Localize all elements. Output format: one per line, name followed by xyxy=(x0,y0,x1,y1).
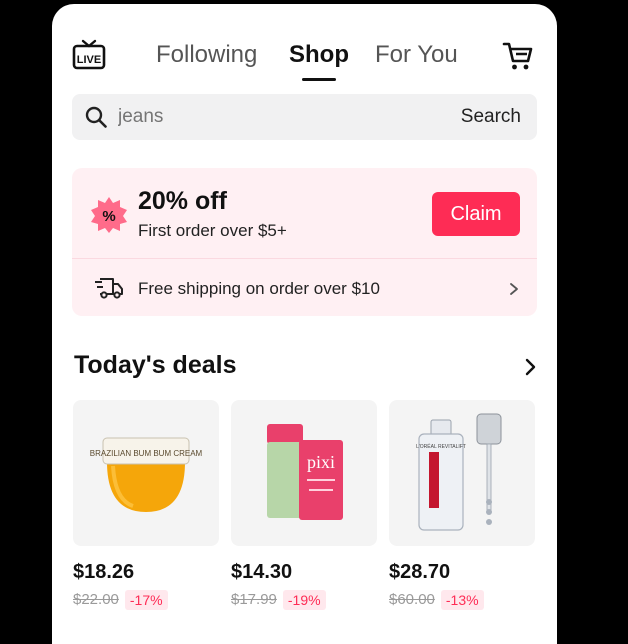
free-shipping-text[interactable]: Free shipping on order over $10 xyxy=(138,278,380,300)
product-image-label: pixi xyxy=(307,452,335,472)
tab-for-you[interactable]: For You xyxy=(375,40,458,70)
promo-card: % 20% off First order over $5+ Claim Fre… xyxy=(72,168,537,316)
tab-following[interactable]: Following xyxy=(156,40,257,70)
claim-button[interactable]: Claim xyxy=(432,192,520,236)
chevron-right-icon[interactable] xyxy=(508,282,520,296)
live-tv-icon[interactable]: LIVE xyxy=(72,38,106,72)
original-price: $17.99 xyxy=(231,591,277,608)
promo-subtitle: First order over $5+ xyxy=(138,221,287,240)
search-input[interactable] xyxy=(118,106,418,128)
product-card[interactable]: BRAZILIAN BUM BUM CREAM $18.26 $22.00 -17… xyxy=(73,400,219,612)
svg-text:LIVE: LIVE xyxy=(77,54,101,66)
discount-badge: -13% xyxy=(440,590,484,610)
product-card[interactable]: pixi $14.30 $17.99 -19% xyxy=(231,400,377,612)
original-price: $60.00 xyxy=(389,591,435,608)
discount-badge: -19% xyxy=(282,590,326,610)
product-price: $14.30 xyxy=(231,561,293,583)
divider xyxy=(72,258,537,259)
promo-title: 20% off xyxy=(138,187,227,215)
product-image-label: BRAZILIAN BUM BUM CREAM xyxy=(90,449,203,458)
delivery-truck-icon xyxy=(95,278,123,299)
app-screen: LIVE Following Shop For You Search % 20%… xyxy=(52,4,557,644)
top-navigation: LIVE Following Shop For You xyxy=(52,32,557,84)
product-price: $18.26 xyxy=(73,561,135,583)
product-card[interactable]: L'ORÉAL REVITALIFT $28.70 $60.00 -13% xyxy=(389,400,535,612)
product-image[interactable]: pixi xyxy=(231,400,377,546)
search-bar: Search xyxy=(72,94,537,140)
search-button[interactable]: Search xyxy=(461,106,521,128)
product-price: $28.70 xyxy=(389,561,451,583)
active-tab-indicator xyxy=(302,78,336,81)
search-icon xyxy=(85,106,107,128)
product-image-label: L'ORÉAL REVITALIFT xyxy=(416,443,466,450)
chevron-right-icon[interactable] xyxy=(524,358,536,376)
original-price: $22.00 xyxy=(73,591,119,608)
product-image[interactable]: L'ORÉAL REVITALIFT xyxy=(389,400,535,546)
section-title-todays-deals: Today's deals xyxy=(74,351,237,379)
product-image[interactable]: BRAZILIAN BUM BUM CREAM xyxy=(73,400,219,546)
shopping-cart-icon[interactable] xyxy=(502,40,534,72)
tab-shop[interactable]: Shop xyxy=(289,40,349,70)
percent-badge-icon: % xyxy=(91,197,127,233)
discount-badge: -17% xyxy=(124,590,168,610)
svg-text:%: % xyxy=(102,208,115,225)
